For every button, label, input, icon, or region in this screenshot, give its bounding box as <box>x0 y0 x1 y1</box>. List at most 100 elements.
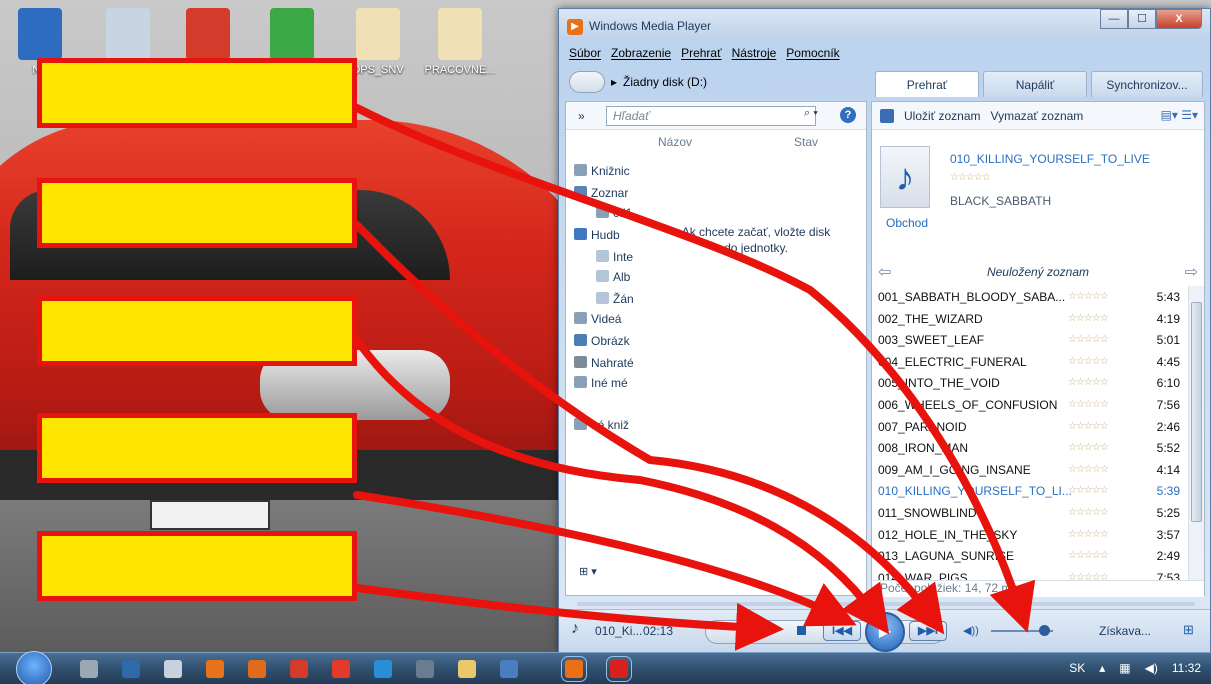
track-row[interactable]: 006_WHEELS_OF_CONFUSION ☆☆☆☆☆ 7:56 <box>872 394 1192 416</box>
track-rating[interactable]: ☆☆☆☆☆ <box>1068 334 1109 345</box>
library-tree-item[interactable]: Videá <box>574 312 621 326</box>
taskbar-app-icon[interactable] <box>374 660 392 678</box>
store-link[interactable]: Obchod <box>886 216 928 230</box>
track-rating[interactable]: ☆☆☆☆☆ <box>1068 442 1109 453</box>
speaker-icon[interactable]: ◀) <box>1145 661 1158 675</box>
tab-burn[interactable]: Napáliť <box>983 71 1087 97</box>
taskbar-app-icon[interactable] <box>290 660 308 678</box>
track-rating[interactable]: ☆☆☆☆☆ <box>1068 485 1109 496</box>
library-tree-item[interactable]: Obrázk <box>574 334 630 348</box>
windows-logo-icon[interactable]: ⊞ ▾ <box>579 565 613 591</box>
seek-bar[interactable] <box>577 602 1195 606</box>
network-icon[interactable]: ▦ <box>1119 661 1130 675</box>
maximize-button[interactable]: ☐ <box>1128 9 1156 29</box>
desktop-icon[interactable] <box>168 8 248 64</box>
arrow-right-icon[interactable]: ⇨ <box>1185 262 1198 282</box>
track-row[interactable]: 011_SNOWBLIND ☆☆☆☆☆ 5:25 <box>872 502 1192 524</box>
current-track-short[interactable]: 010_Ki... <box>595 624 642 638</box>
track-rating[interactable]: ☆☆☆☆☆ <box>1068 356 1109 367</box>
volume-knob[interactable] <box>1039 625 1050 636</box>
help-icon[interactable]: ? <box>840 107 856 123</box>
desktop-icon[interactable]: PRACOVNE... <box>420 8 500 76</box>
track-rating[interactable]: ☆☆☆☆☆ <box>1068 291 1109 302</box>
location-label[interactable]: Žiadny disk (D:) <box>623 75 707 89</box>
library-tree-item[interactable]: Inte <box>596 250 633 264</box>
track-rating[interactable]: ☆☆☆☆☆ <box>1068 550 1109 561</box>
menu-nastroje[interactable]: Nástroje <box>732 46 777 60</box>
track-row[interactable]: 001_SABBATH_BLOODY_SABA... ☆☆☆☆☆ 5:43 <box>872 286 1192 308</box>
track-rating[interactable]: ☆☆☆☆☆ <box>1068 399 1109 410</box>
close-button[interactable]: X <box>1156 9 1202 29</box>
track-row[interactable]: 002_THE_WIZARD ☆☆☆☆☆ 4:19 <box>872 308 1192 330</box>
language-indicator[interactable]: SK <box>1069 661 1085 675</box>
taskbar-app-icon[interactable] <box>606 656 632 682</box>
tab-sync[interactable]: Synchronizov... <box>1091 71 1203 97</box>
expand-icon[interactable]: » <box>578 109 585 123</box>
taskbar-app-icon[interactable] <box>122 660 140 678</box>
scroll-thumb[interactable] <box>1191 302 1202 522</box>
get-more-link[interactable]: Získava... <box>1099 624 1151 638</box>
desktop-icon[interactable] <box>88 8 168 64</box>
stop-button[interactable] <box>797 626 806 635</box>
menu-zobrazenie[interactable]: Zobrazenie <box>611 46 671 60</box>
taskbar-app-icon[interactable] <box>332 660 350 678</box>
taskbar-app-icon[interactable] <box>561 656 587 682</box>
menu-prehrat[interactable]: Prehrať <box>681 46 722 60</box>
track-row[interactable]: 004_ELECTRIC_FUNERAL ☆☆☆☆☆ 4:45 <box>872 351 1192 373</box>
tab-play[interactable]: Prehrať <box>875 71 979 97</box>
track-row[interactable]: 013_LAGUNA_SUNRISE ☆☆☆☆☆ 2:49 <box>872 545 1192 567</box>
track-row[interactable]: 008_IRON_MAN ☆☆☆☆☆ 5:52 <box>872 437 1192 459</box>
library-tree-item[interactable]: Iné mé <box>574 376 628 390</box>
title-bar[interactable]: ▶ Windows Media Player — ☐ X <box>559 9 1210 41</box>
library-tree-item[interactable]: Alb <box>596 270 630 284</box>
previous-button[interactable]: I◀◀ <box>823 621 861 641</box>
menu-pomocnik[interactable]: Pomocník <box>786 46 839 60</box>
column-header-status[interactable]: Stav <box>794 135 818 149</box>
minimize-button[interactable]: — <box>1100 9 1128 29</box>
back-forward-buttons[interactable] <box>569 71 605 93</box>
track-row[interactable]: 003_SWEET_LEAF ☆☆☆☆☆ 5:01 <box>872 329 1192 351</box>
track-rating[interactable]: ☆☆☆☆☆ <box>1068 421 1109 432</box>
track-row[interactable]: 007_PARANOID ☆☆☆☆☆ 2:46 <box>872 416 1192 438</box>
start-button[interactable] <box>16 651 52 684</box>
column-header-name[interactable]: Názov <box>658 135 692 149</box>
track-rating[interactable]: ☆☆☆☆☆ <box>1068 313 1109 324</box>
list-options-icon[interactable]: ▤▾ ☰▾ <box>1161 108 1198 122</box>
volume-icon[interactable]: ◀)) <box>963 624 979 637</box>
play-button[interactable]: ▶ <box>865 612 905 652</box>
track-row[interactable]: 009_AM_I_GOING_INSANE ☆☆☆☆☆ 4:14 <box>872 459 1192 481</box>
library-tree-item[interactable]: Knižnic <box>574 164 630 178</box>
clock[interactable]: 11:32 <box>1172 661 1201 675</box>
taskbar-app-icon[interactable] <box>248 660 266 678</box>
track-rating[interactable]: ☆☆☆☆☆ <box>1068 529 1109 540</box>
now-playing-rating[interactable]: ☆☆☆☆☆ <box>950 172 991 183</box>
taskbar-app-icon[interactable] <box>80 660 98 678</box>
next-button[interactable]: ▶▶I <box>909 621 947 641</box>
track-rating[interactable]: ☆☆☆☆☆ <box>1068 464 1109 475</box>
playlist-scrollbar[interactable] <box>1188 286 1204 580</box>
switch-to-now-playing-icon[interactable]: ⊞ <box>1183 622 1194 638</box>
desktop-icon[interactable] <box>252 8 332 64</box>
track-row[interactable]: 012_HOLE_IN_THE_SKY ☆☆☆☆☆ 3:57 <box>872 524 1192 546</box>
now-playing-title[interactable]: 010_KILLING_YOURSELF_TO_LIVE <box>950 152 1150 166</box>
menu-subor[interactable]: Súbor <box>569 46 601 60</box>
search-input[interactable]: Hľadať <box>606 106 816 126</box>
taskbar-app-icon[interactable] <box>164 660 182 678</box>
taskbar-app-icon[interactable] <box>500 660 518 678</box>
track-row[interactable]: 005_INTO_THE_VOID ☆☆☆☆☆ 6:10 <box>872 372 1192 394</box>
clear-list-button[interactable]: Vymazať zoznam <box>991 109 1084 123</box>
library-tree-item[interactable]: né kniž <box>574 418 629 432</box>
library-tree-item[interactable]: Zoznar <box>574 186 628 200</box>
track-rating[interactable]: ☆☆☆☆☆ <box>1068 507 1109 518</box>
taskbar-app-icon[interactable] <box>206 660 224 678</box>
library-tree-item[interactable]: Nahraté <box>574 356 634 370</box>
save-list-button[interactable]: Uložiť zoznam <box>904 109 981 123</box>
taskbar-app-icon[interactable] <box>458 660 476 678</box>
taskbar-app-icon[interactable] <box>416 660 434 678</box>
now-playing-artist[interactable]: BLACK_SABBATH <box>950 194 1051 208</box>
tray-expand-icon[interactable]: ▴ <box>1099 661 1105 675</box>
library-tree-item[interactable]: Hudb <box>574 228 620 242</box>
track-row[interactable]: 010_KILLING_YOURSELF_TO_LI...☆☆☆☆☆ 5:39 <box>872 480 1192 502</box>
search-icon[interactable]: ⌕ ▾ <box>804 107 818 120</box>
library-tree-item[interactable]: cd1 <box>596 206 632 220</box>
